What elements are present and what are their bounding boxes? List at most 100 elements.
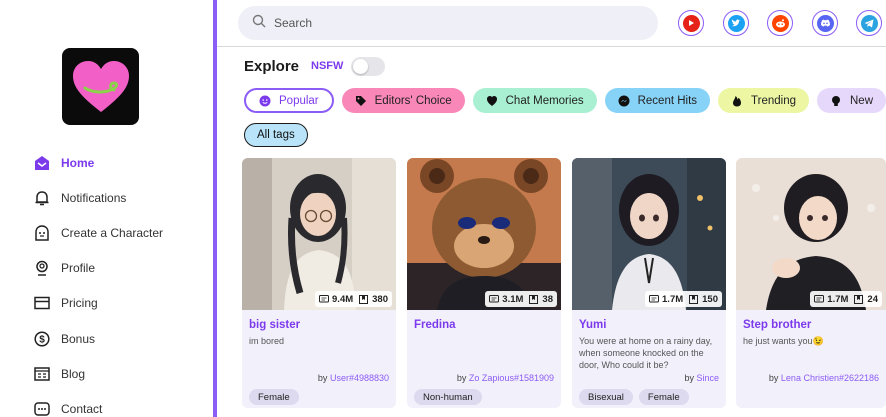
sidebar-item-bonus[interactable]: $ Bonus [33, 321, 208, 356]
character-card[interactable]: 1.7M 150 Yumi You were at home on a rain… [572, 158, 726, 408]
nsfw-toggle[interactable] [351, 56, 386, 76]
tag-icon [355, 95, 367, 107]
tab-label: Recent Hits [637, 94, 698, 107]
save-count: 380 [372, 293, 388, 305]
explore-header: Explore NSFW [244, 54, 386, 78]
tab-editors-choice[interactable]: Editors' Choice [341, 88, 465, 113]
sidebar-item-create-character[interactable]: Create a Character [33, 215, 208, 250]
character-image [736, 158, 886, 310]
messages-icon [489, 294, 500, 304]
youtube-button[interactable] [678, 10, 704, 36]
tab-recent-hits[interactable]: Recent Hits [604, 88, 711, 113]
author-link[interactable]: Zo Zapious#1581909 [469, 373, 554, 383]
search-box[interactable] [238, 6, 658, 40]
messages-icon [814, 294, 825, 304]
author-link[interactable]: Lena Christien#2622186 [781, 373, 879, 383]
sidebar-item-label: Notifications [61, 190, 127, 205]
character-card[interactable]: 3.1M 38 Fredina by Zo Zapious#1581909 No… [407, 158, 561, 408]
sidebar-item-label: Profile [61, 261, 96, 276]
chat-count: 1.7M [827, 293, 849, 305]
smile-icon [259, 95, 271, 107]
bookmark-icon [689, 294, 699, 304]
card-stats: 1.7M 150 [645, 291, 722, 307]
card-tag[interactable]: Bisexual [579, 389, 633, 405]
sidebar-item-home[interactable]: Home [33, 145, 208, 180]
save-count: 38 [542, 293, 553, 305]
character-name: Yumi [579, 319, 607, 331]
tab-new[interactable]: New [817, 88, 886, 113]
telegram-button[interactable] [856, 10, 882, 36]
character-author: by User#4988830 [318, 373, 389, 383]
card-tag[interactable]: Female [638, 389, 689, 405]
author-prefix: by [456, 373, 467, 383]
card-tags: Female [249, 389, 299, 405]
character-name: Step brother [743, 319, 812, 331]
character-description: You were at home on a rainy day, when so… [579, 336, 713, 370]
card-stats: 1.7M 24 [810, 291, 882, 307]
character-card[interactable]: 9.4M 380 big sister im bored by User#498… [242, 158, 396, 408]
tab-label: Popular [279, 94, 319, 107]
discord-icon [816, 14, 834, 32]
messenger-icon [618, 95, 630, 107]
sidebar: Home Notifications Create a Character Pr… [0, 0, 213, 417]
twitter-button[interactable] [723, 10, 749, 36]
card-tag[interactable]: Non-human [414, 389, 482, 405]
card-tags: Non-human [414, 389, 482, 405]
youtube-icon [682, 14, 700, 32]
discord-button[interactable] [812, 10, 838, 36]
bell-icon [33, 189, 51, 207]
save-count: 150 [702, 293, 718, 305]
sidebar-item-label: Bonus [61, 331, 96, 346]
sidebar-item-label: Home [61, 155, 95, 170]
card-tag[interactable]: Female [249, 389, 299, 405]
toggle-knob [353, 58, 369, 74]
blog-icon [33, 365, 51, 383]
sidebar-item-pricing[interactable]: Pricing [33, 286, 208, 321]
save-count: 24 [867, 293, 878, 305]
sidebar-item-label: Pricing [61, 296, 98, 311]
heart-logo-icon [72, 60, 129, 112]
character-image [242, 158, 396, 310]
author-link[interactable]: Since [696, 373, 719, 383]
tab-label: New [850, 94, 874, 107]
character-author: by Lena Christien#2622186 [769, 373, 879, 383]
tab-label: Trending [751, 94, 796, 107]
sidebar-nav: Home Notifications Create a Character Pr… [33, 145, 208, 417]
character-description: im bored [249, 336, 285, 346]
sidebar-item-label: Contact [61, 401, 103, 416]
character-icon [33, 224, 51, 242]
card-stats: 9.4M 380 [315, 291, 392, 307]
home-icon [33, 154, 51, 172]
twitter-icon [727, 14, 745, 32]
bookmark-icon [854, 294, 864, 304]
reddit-button[interactable] [767, 10, 793, 36]
nsfw-label: NSFW [311, 60, 344, 72]
author-prefix: by [768, 373, 779, 383]
sidebar-item-profile[interactable]: Profile [33, 251, 208, 286]
all-tags-button[interactable]: All tags [244, 123, 308, 147]
character-card[interactable]: 1.7M 24 Step brother he just wants you😉 … [736, 158, 886, 408]
character-author: by Since [684, 373, 719, 383]
sidebar-divider [213, 0, 217, 417]
chat-icon [33, 400, 51, 417]
author-prefix: by [684, 373, 694, 383]
tab-label: Editors' Choice [374, 94, 452, 107]
character-image [572, 158, 726, 310]
app-logo[interactable] [62, 48, 139, 125]
chat-count: 3.1M [502, 293, 524, 305]
sidebar-item-blog[interactable]: Blog [33, 356, 208, 391]
tab-chat-memories[interactable]: Chat Memories [472, 88, 597, 113]
card-tags: Bisexual Female [579, 389, 689, 405]
top-bar [217, 0, 886, 47]
card-icon [33, 294, 51, 312]
search-input[interactable] [274, 16, 634, 30]
bookmark-icon [529, 294, 539, 304]
tab-popular[interactable]: Popular [244, 88, 334, 113]
category-tabs: Popular Editors' Choice Chat Memories Re… [244, 88, 886, 114]
card-stats: 3.1M 38 [485, 291, 557, 307]
tab-trending[interactable]: Trending [718, 88, 809, 113]
author-link[interactable]: User#4988830 [330, 373, 389, 383]
sidebar-item-notifications[interactable]: Notifications [33, 180, 208, 215]
character-name: big sister [249, 319, 301, 331]
sidebar-item-contact[interactable]: Contact [33, 391, 208, 417]
